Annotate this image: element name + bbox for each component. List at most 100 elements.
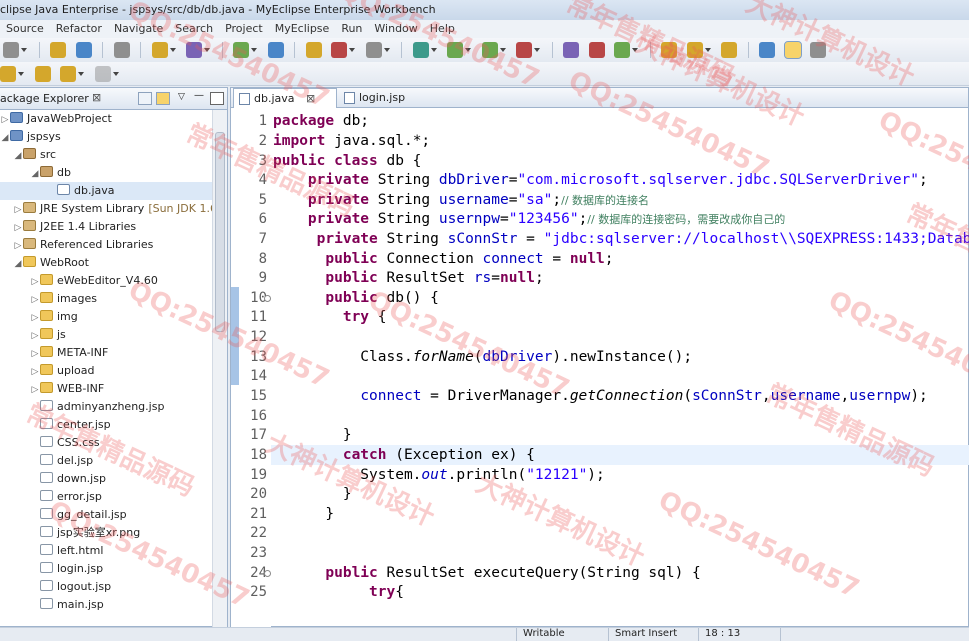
tree-item[interactable]: db.java	[0, 182, 212, 200]
chevron-down-icon[interactable]	[383, 48, 390, 52]
tree-item[interactable]: login.jsp	[0, 560, 212, 578]
menu-item[interactable]: Help	[424, 20, 461, 38]
save-icon[interactable]	[75, 42, 92, 58]
menu-item[interactable]: Navigate	[108, 20, 169, 38]
tree-item[interactable]: ◢ src	[0, 146, 212, 164]
collapse-all-icon[interactable]	[138, 92, 152, 105]
expand-toggle-icon[interactable]: ◢	[13, 255, 23, 273]
forward-icon[interactable]	[94, 66, 111, 82]
minimize-icon[interactable]: —	[194, 91, 208, 105]
menu-item[interactable]: Project	[219, 20, 269, 38]
run-last-icon[interactable]	[481, 42, 498, 58]
tree-item[interactable]: center.jsp	[0, 416, 212, 434]
tree-item[interactable]: del.jsp	[0, 452, 212, 470]
expand-toggle-icon[interactable]: ▷	[30, 327, 40, 345]
deploy-icon[interactable]	[186, 42, 202, 58]
last-edit-location-icon[interactable]	[34, 66, 51, 82]
expand-toggle-icon[interactable]: ▷	[30, 273, 40, 291]
show-whitespace-icon[interactable]	[810, 42, 826, 58]
search-icon[interactable]	[686, 42, 703, 58]
menu-item[interactable]: Source	[0, 20, 50, 38]
expand-toggle-icon[interactable]: ◢	[30, 165, 40, 183]
new-file-icon[interactable]	[365, 42, 382, 58]
fold-toggle-icon[interactable]	[264, 570, 271, 577]
tree-item[interactable]: logout.jsp	[0, 578, 212, 596]
tree-item[interactable]: ▷ img	[0, 308, 212, 326]
tree-item[interactable]: gg_detail.jsp	[0, 506, 212, 524]
chevron-down-icon[interactable]	[465, 48, 471, 52]
tab-login-jsp[interactable]: login.jsp	[339, 88, 429, 108]
menu-item[interactable]: Window	[368, 20, 423, 38]
tree-item[interactable]: CSS.css	[0, 434, 212, 452]
tree-item[interactable]: ◢ db	[0, 164, 212, 182]
expand-toggle-icon[interactable]: ◢	[13, 147, 23, 165]
code-area[interactable]: package db; import java.sql.*; public cl…	[271, 109, 969, 628]
expand-toggle-icon[interactable]: ▷	[13, 237, 23, 255]
perspective-icon[interactable]	[759, 42, 775, 58]
run-icon[interactable]	[447, 42, 463, 58]
open-resource-icon[interactable]	[721, 42, 737, 58]
new-servlet-icon[interactable]	[588, 42, 605, 58]
expand-toggle-icon[interactable]: ▷	[30, 363, 40, 381]
scrollbar-thumb[interactable]	[215, 132, 225, 332]
expand-toggle-icon[interactable]: ▷	[13, 219, 23, 237]
chevron-down-icon[interactable]	[112, 72, 119, 76]
chevron-down-icon[interactable]	[21, 48, 27, 52]
new-xml-icon[interactable]	[614, 42, 630, 58]
chevron-down-icon[interactable]	[204, 48, 210, 52]
tree-item[interactable]: ▷ Referenced Libraries	[0, 236, 212, 254]
chevron-down-icon[interactable]	[169, 48, 176, 52]
external-tools-icon[interactable]	[516, 42, 532, 58]
tree-item[interactable]: down.jsp	[0, 470, 212, 488]
chevron-down-icon[interactable]	[349, 48, 355, 52]
expand-toggle-icon[interactable]: ▷	[0, 111, 10, 129]
link-with-editor-icon[interactable]	[156, 92, 170, 105]
new-class-icon[interactable]	[305, 42, 322, 58]
tree-item[interactable]: ▷ upload	[0, 362, 212, 380]
tree-item[interactable]: ▷ WEB-INF	[0, 380, 212, 398]
chevron-down-icon[interactable]	[704, 48, 711, 52]
open-task-icon[interactable]	[661, 42, 677, 58]
tree-item[interactable]: left.html	[0, 542, 212, 560]
chevron-down-icon[interactable]	[534, 48, 540, 52]
tree-item[interactable]: adminyanzheng.jsp	[0, 398, 212, 416]
tree-item[interactable]: ◢ jspsys	[0, 128, 212, 146]
expand-toggle-icon[interactable]: ▷	[30, 345, 40, 363]
tree-item[interactable]: ▷ JavaWebProject	[0, 110, 212, 128]
tree-item[interactable]: ▷ J2EE 1.4 Libraries	[0, 218, 212, 236]
tab-db-java[interactable]: db.java ⊠	[233, 88, 337, 108]
print-icon[interactable]	[113, 42, 130, 58]
new-package-icon[interactable]	[563, 42, 579, 58]
tree-scrollbar[interactable]	[212, 110, 227, 628]
new-wizard-icon[interactable]	[3, 42, 19, 58]
expand-toggle-icon[interactable]: ▷	[13, 201, 23, 219]
expand-toggle-icon[interactable]: ▷	[30, 381, 40, 399]
debug-icon[interactable]	[412, 42, 429, 58]
chevron-down-icon[interactable]	[499, 48, 506, 52]
tree-item[interactable]: error.jsp	[0, 488, 212, 506]
chevron-down-icon[interactable]	[430, 48, 437, 52]
tree-item[interactable]: ▷ images	[0, 290, 212, 308]
close-icon[interactable]: ⊠	[306, 92, 315, 105]
tree-item[interactable]: ◢ WebRoot	[0, 254, 212, 272]
tree-item[interactable]: jsp实验室xr.png	[0, 524, 212, 542]
expand-toggle-icon[interactable]: ▷	[30, 309, 40, 327]
pin-editor-icon[interactable]	[0, 66, 16, 82]
tree-item[interactable]: ▷ eWebEditor_V4.60	[0, 272, 212, 290]
toggle-mark-occurrences-icon[interactable]	[783, 41, 802, 59]
new-web-project-icon[interactable]	[151, 42, 168, 58]
close-icon[interactable]: ⊠	[92, 91, 101, 104]
menu-item[interactable]: Run	[335, 20, 368, 38]
run-server-icon[interactable]	[233, 42, 249, 58]
expand-toggle-icon[interactable]: ◢	[0, 129, 10, 147]
back-icon[interactable]	[60, 66, 76, 82]
chevron-down-icon[interactable]	[251, 48, 257, 52]
menu-item[interactable]: MyEclipse	[269, 20, 336, 38]
open-type-icon[interactable]	[50, 42, 66, 58]
menu-item[interactable]: Refactor	[50, 20, 108, 38]
maximize-icon[interactable]	[210, 92, 224, 105]
tree-item[interactable]: main.jsp	[0, 596, 212, 614]
menu-item[interactable]: Search	[169, 20, 219, 38]
package-explorer-tab[interactable]: ackage Explorer ⊠ ▽ —	[0, 88, 227, 110]
chevron-down-icon[interactable]	[78, 72, 84, 76]
